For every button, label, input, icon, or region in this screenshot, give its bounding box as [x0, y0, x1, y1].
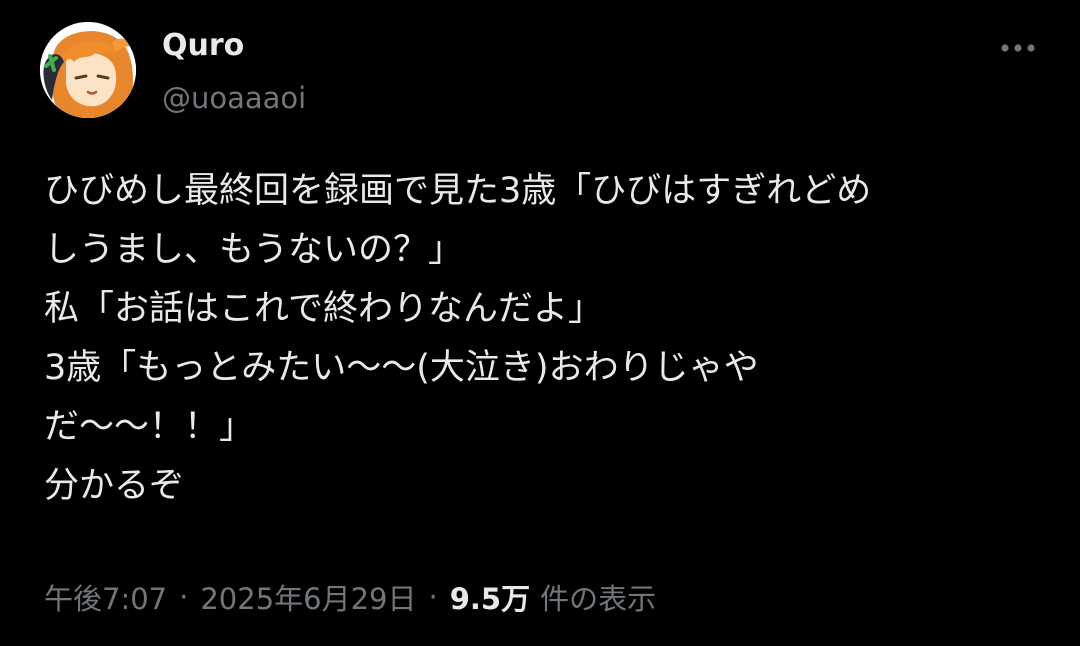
avatar[interactable] — [40, 22, 136, 118]
tweet-text: ひびめし最終回を録画で見た3歳「ひびはすぎれどめ しうまし、もうないの？」 私「… — [44, 162, 1044, 516]
tweet-text-line: 分かるぞ — [44, 466, 185, 506]
tweet-text-line: 私「お話はこれで終わりなんだよ」 — [44, 289, 603, 329]
more-options-icon — [1001, 44, 1035, 52]
tweet-meta: 午後7:07 · 2025年6月29日 · 9.5万 件の表示 — [44, 574, 656, 620]
tweet-card: Quro @uoaaaoi ひびめし最終回を録画で見た3歳「ひびはすぎれどめ し… — [0, 0, 1080, 646]
more-options-button[interactable] — [996, 28, 1040, 68]
tweet-text-line: しうまし、もうないの？」 — [44, 230, 463, 270]
views-count[interactable]: 9.5万 — [450, 576, 530, 618]
views-label: 件の表示 — [540, 582, 657, 616]
meta-separator: · — [179, 580, 189, 614]
user-handle[interactable]: @uoaaaoi — [162, 78, 306, 118]
anime-girl-avatar-icon — [40, 22, 136, 118]
display-name[interactable]: Quro — [162, 26, 244, 66]
tweet-text-line: ひびめし最終回を録画で見た3歳「ひびはすぎれどめ — [44, 171, 872, 211]
post-time[interactable]: 午後7:07 — [44, 576, 167, 618]
tweet-text-line: だ〜〜！！」 — [44, 407, 255, 447]
tweet-text-line: 3歳「もっとみたい〜〜(大泣き)おわりじゃや — [44, 348, 759, 388]
post-date[interactable]: 2025年6月29日 — [200, 576, 416, 618]
meta-separator: · — [428, 580, 438, 614]
